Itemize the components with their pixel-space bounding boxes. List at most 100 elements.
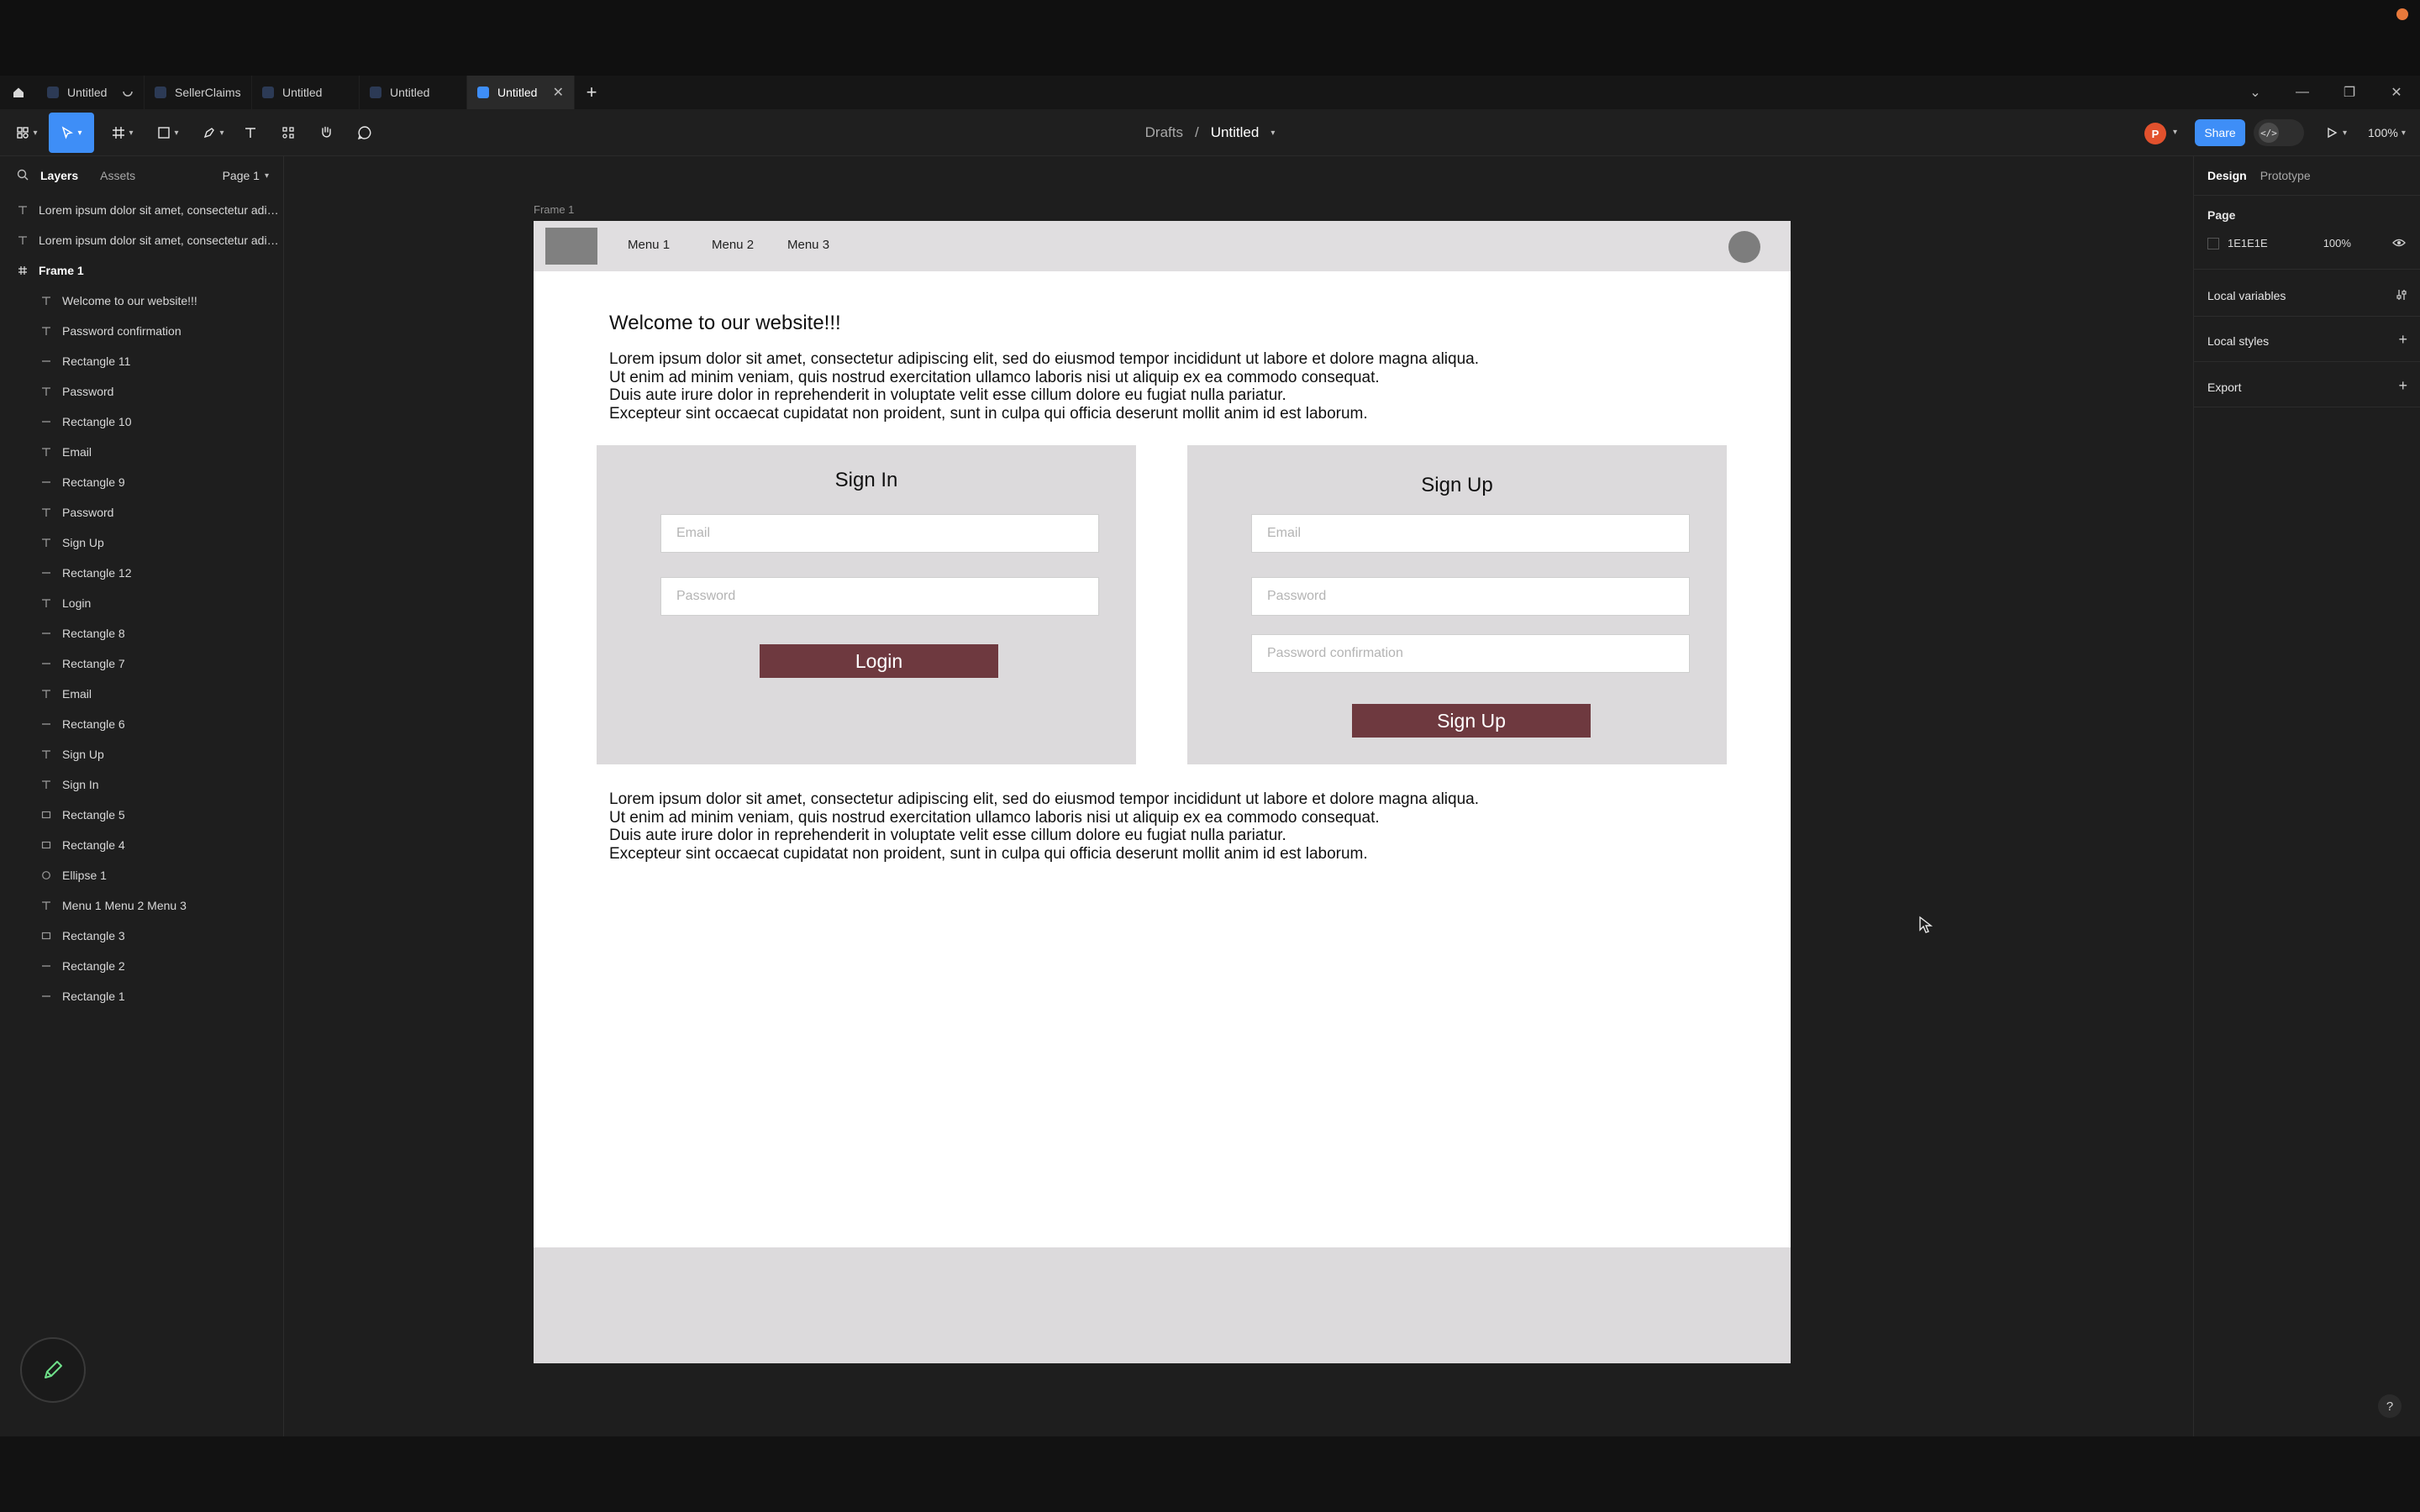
frame-tool-button[interactable]: ▾ xyxy=(106,113,139,153)
tab-design[interactable]: Design xyxy=(2207,169,2247,182)
layer-item[interactable]: Rectangle 6 xyxy=(0,709,284,739)
page-selector[interactable]: Page 1 ▾ xyxy=(223,169,269,182)
layer-item[interactable]: Sign Up xyxy=(0,739,284,769)
shape-tool-button[interactable]: ▾ xyxy=(151,113,185,153)
sign-up-password-confirmation-field[interactable]: Password confirmation xyxy=(1251,634,1690,673)
layer-item[interactable]: Rectangle 11 xyxy=(0,346,284,376)
sign-in-card[interactable]: Sign In Email Password Login xyxy=(597,445,1136,764)
move-tool-button[interactable]: ▾ xyxy=(49,113,94,153)
variables-settings-icon[interactable] xyxy=(2396,289,2407,303)
avatar[interactable]: P xyxy=(2144,123,2166,144)
tabs-dropdown-icon[interactable]: ⌄ xyxy=(2232,76,2279,109)
color-swatch[interactable] xyxy=(2207,237,2219,249)
breadcrumb-drafts[interactable]: Drafts xyxy=(1145,124,1183,141)
canvas[interactable]: Frame 1 Menu 1 Menu 2 Menu 3 Welcome to … xyxy=(284,156,2193,1436)
sign-up-title[interactable]: Sign Up xyxy=(1187,474,1727,497)
tab-assets[interactable]: Assets xyxy=(100,169,135,182)
sign-up-button[interactable]: Sign Up xyxy=(1352,704,1591,738)
site-header[interactable]: Menu 1 Menu 2 Menu 3 xyxy=(534,221,1791,271)
add-style-icon[interactable]: + xyxy=(2398,331,2407,349)
layer-item[interactable]: Password xyxy=(0,497,284,528)
tab-file-3[interactable]: Untitled xyxy=(252,76,360,109)
layer-item[interactable]: Password xyxy=(0,376,284,407)
sign-in-password-field[interactable]: Password xyxy=(660,577,1099,616)
layer-item[interactable]: Ellipse 1 xyxy=(0,860,284,890)
minimize-icon[interactable]: — xyxy=(2279,76,2326,109)
layer-item[interactable]: Welcome to our website!!! xyxy=(0,286,284,316)
chevron-down-icon[interactable]: ▾ xyxy=(1270,129,1275,138)
share-button[interactable]: Share xyxy=(2195,119,2245,146)
pen-tool-button[interactable]: ▾ xyxy=(197,113,230,153)
layer-item[interactable]: Rectangle 10 xyxy=(0,407,284,437)
main-menu-button[interactable]: ▾ xyxy=(12,113,42,153)
sign-in-title[interactable]: Sign In xyxy=(597,469,1136,492)
comment-tool-button[interactable] xyxy=(353,113,376,153)
eye-visibility-icon[interactable] xyxy=(2392,237,2406,253)
close-window-icon[interactable]: ✕ xyxy=(2373,76,2420,109)
menu-item-2[interactable]: Menu 2 xyxy=(712,238,754,252)
layer-item[interactable]: Rectangle 2 xyxy=(0,951,284,981)
layer-item[interactable]: Email xyxy=(0,437,284,467)
layer-item[interactable]: Lorem ipsum dolor sit amet, consectetur … xyxy=(0,225,284,255)
menu-item-3[interactable]: Menu 3 xyxy=(787,238,829,252)
layer-item[interactable]: Rectangle 8 xyxy=(0,618,284,648)
sign-up-email-field[interactable]: Email xyxy=(1251,514,1690,553)
frame-1[interactable]: Menu 1 Menu 2 Menu 3 Welcome to our webs… xyxy=(534,221,1791,1363)
page-color-value[interactable]: 1E1E1E xyxy=(2228,237,2268,249)
site-footer[interactable] xyxy=(534,1247,1791,1363)
layer-item[interactable]: Sign In xyxy=(0,769,284,800)
sign-up-card[interactable]: Sign Up Email Password Password confirma… xyxy=(1187,445,1727,764)
sign-up-password-field[interactable]: Password xyxy=(1251,577,1690,616)
hand-tool-button[interactable] xyxy=(314,113,338,153)
tab-file-2[interactable]: SellerClaims xyxy=(145,76,252,109)
layer-item[interactable]: Rectangle 1 xyxy=(0,981,284,1011)
search-icon[interactable] xyxy=(17,169,29,183)
tab-layers[interactable]: Layers xyxy=(40,169,78,182)
add-export-icon[interactable]: + xyxy=(2398,377,2407,395)
draw-mode-button[interactable] xyxy=(20,1337,86,1403)
local-variables-section[interactable]: Local variables xyxy=(2194,289,2420,306)
local-styles-section[interactable]: Local styles + xyxy=(2194,331,2420,353)
tab-file-1[interactable]: Untitled xyxy=(37,76,145,109)
layer-item[interactable]: Email xyxy=(0,679,284,709)
close-tab-icon[interactable]: ✕ xyxy=(553,84,564,101)
restore-icon[interactable]: ❐ xyxy=(2326,76,2373,109)
present-button[interactable]: ▾ xyxy=(2326,119,2347,146)
intro-paragraph[interactable]: Lorem ipsum dolor sit amet, consectetur … xyxy=(609,350,1479,423)
layer-item[interactable]: Rectangle 3 xyxy=(0,921,284,951)
layer-item[interactable]: Menu 1 Menu 2 Menu 3 xyxy=(0,890,284,921)
page-opacity-value[interactable]: 100% xyxy=(2323,237,2351,249)
layer-item[interactable]: Password confirmation xyxy=(0,316,284,346)
text-tool-button[interactable] xyxy=(240,113,260,153)
layer-item[interactable]: Rectangle 12 xyxy=(0,558,284,588)
new-tab-button[interactable]: + xyxy=(575,76,608,109)
tab-file-4[interactable]: Untitled xyxy=(360,76,467,109)
profile-ellipse[interactable] xyxy=(1728,231,1760,263)
chevron-down-icon[interactable]: ▾ xyxy=(2173,128,2177,137)
login-button[interactable]: Login xyxy=(760,644,998,678)
layer-item[interactable]: Login xyxy=(0,588,284,618)
layer-item[interactable]: Sign Up xyxy=(0,528,284,558)
tab-file-5-active[interactable]: Untitled ✕ xyxy=(467,76,575,109)
menu-item-1[interactable]: Menu 1 xyxy=(628,238,670,252)
export-section[interactable]: Export + xyxy=(2194,377,2420,399)
dev-mode-toggle[interactable]: </> xyxy=(2254,119,2304,146)
layer-item[interactable]: Lorem ipsum dolor sit amet, consectetur … xyxy=(0,195,284,225)
logo-placeholder[interactable] xyxy=(545,228,597,265)
welcome-heading[interactable]: Welcome to our website!!! xyxy=(609,312,841,335)
page-background-row[interactable]: 1E1E1E 100% xyxy=(2207,237,2351,249)
layer-item[interactable]: Rectangle 5 xyxy=(0,800,284,830)
layer-item[interactable]: Rectangle 4 xyxy=(0,830,284,860)
layer-item[interactable]: Rectangle 9 xyxy=(0,467,284,497)
tab-prototype[interactable]: Prototype xyxy=(2260,169,2311,182)
bottom-paragraph[interactable]: Lorem ipsum dolor sit amet, consectetur … xyxy=(609,790,1479,863)
sign-in-email-field[interactable]: Email xyxy=(660,514,1099,553)
file-name[interactable]: Untitled xyxy=(1211,124,1260,141)
layer-item[interactable]: Frame 1 xyxy=(0,255,284,286)
layer-item[interactable]: Rectangle 7 xyxy=(0,648,284,679)
resources-button[interactable] xyxy=(277,113,299,153)
help-button[interactable]: ? xyxy=(2378,1394,2402,1418)
zoom-dropdown[interactable]: 100% ▾ xyxy=(2368,119,2406,146)
home-icon[interactable] xyxy=(0,76,37,109)
frame-label[interactable]: Frame 1 xyxy=(534,203,574,216)
